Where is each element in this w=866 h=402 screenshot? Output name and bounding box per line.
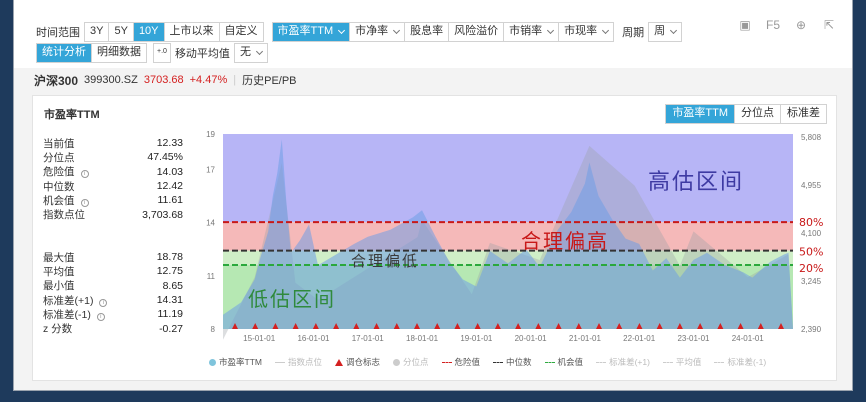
period-3Y[interactable]: 3Y [85,23,110,41]
legend-label: 调仓标志 [345,357,380,367]
legend-item[interactable]: 调仓标志 [334,356,380,368]
y-tick-left: 11 [207,272,216,281]
x-tick: 23-01-01 [677,334,710,343]
legend-item[interactable]: 指数点位 [274,356,322,368]
ma-toggle[interactable]: +.0 [153,43,171,63]
x-tick: 17-01-01 [352,334,385,343]
metric-tab-5[interactable]: 市现率 [559,23,613,41]
metric-tab-4[interactable]: 市销率 [504,23,560,41]
chart-legend: 市盈率TTM 指数点位 调仓标志 分位点 危险值 中位数 机会值 标准差(+1) 平均值 标准差(… [209,356,766,368]
x-tick: 24-01-01 [732,334,765,343]
x-tick: 16-01-01 [297,334,330,343]
legend-item[interactable]: 平均值 [662,356,702,368]
percent-annotation: 50% [799,246,823,259]
y-tick-left: 17 [206,165,215,174]
stock-code: 399300.SZ [84,74,138,86]
x-tick: 15-01-01 [243,334,276,343]
cycle-select[interactable]: 周 [648,22,683,42]
add-icon[interactable]: ⊕ [792,18,810,32]
period-10Y[interactable]: 10Y [133,23,165,41]
period-selector: 3Y 5Y 10Y 上市以来 自定义 [84,22,264,42]
zone-label-3: 低估区间 [248,287,336,311]
y-tick-left: 8 [211,325,216,334]
period-label: 时间范围 [36,27,80,39]
app-window: 时间范围 3Y 5Y 10Y 上市以来 自定义 市盈率TTM 市净率 股息率 风险溢价 市销率市… [13,0,853,391]
toolbar-icons: ▣ F5 ⊕ ⇱ [736,18,838,32]
cycle-label: 周期 [622,27,645,39]
legend-label: 中位数 [506,357,532,367]
y-tick-right: 2,390 [801,325,822,334]
view-tabs: 统计分析 明细数据 [36,43,147,63]
legend-label: 机会值 [557,357,584,367]
period-自定义[interactable]: 自定义 [220,23,263,41]
y-tick-right: 3,245 [801,277,822,286]
x-tick: 21-01-01 [569,334,602,343]
stock-name: 沪深300 [34,73,79,88]
stock-bar: 沪深300 399300.SZ 3703.68 +4.47% | 历史PE/PB [34,71,297,89]
stock-change: +4.47% [189,74,228,86]
open-external-icon[interactable]: ⇱ [820,18,838,32]
ma-icon[interactable]: +.0 [154,44,170,62]
refresh-button[interactable]: F5 [764,18,782,32]
divider: | [233,74,237,86]
legend-item[interactable]: 机会值 [544,356,584,368]
legend-item[interactable]: 标准差(-1) [714,356,766,368]
y-tick-right: 4,955 [801,181,822,190]
y-tick-left: 14 [206,219,215,228]
legend-item[interactable]: 危险值 [441,356,481,368]
legend-label: 市盈率TTM [219,357,262,367]
legend-label: 指数点位 [287,357,322,367]
legend-label: 分位点 [403,357,429,367]
zone-label-0: 高估区间 [648,170,744,195]
period-5Y[interactable]: 5Y [109,23,134,41]
toolbar: 时间范围 3Y 5Y 10Y 上市以来 自定义 市盈率TTM 市净率 股息率 风险溢价 市销率市… [14,0,852,68]
y-tick-left: 19 [206,130,215,139]
legend-item[interactable]: 中位数 [493,356,532,368]
zone-label-2: 合理偏低 [351,252,419,270]
stock-price: 3703.68 [143,74,184,86]
period-上市以来[interactable]: 上市以来 [165,23,220,41]
legend-label: 标准差(-1) [727,357,767,367]
y-tick-right: 5,808 [801,133,822,142]
legend-item[interactable]: 市盈率TTM [209,356,262,368]
metric-tab-1[interactable]: 市净率 [350,23,406,41]
percent-annotation: 80% [799,216,823,229]
pe-chart[interactable]: 8 11 14 17 19 5,808 4,955 4,100 3,245 2,390 15-01-… [33,96,838,382]
ma-select[interactable]: 无 [233,43,268,63]
metric-tab-2[interactable]: 股息率 [405,23,450,41]
percent-annotation: 20% [799,262,823,275]
zone-label-1: 合理偏高 [521,229,609,253]
view-tab-0[interactable]: 统计分析 [37,44,92,62]
metric-tab-3[interactable]: 风险溢价 [449,23,505,41]
ma-label: 移动平均值 [174,48,230,60]
cycle-value[interactable]: 周 [649,23,681,41]
x-tick: 18-01-01 [406,334,439,343]
metric-tab-0[interactable]: 市盈率TTM [272,23,351,41]
legend-item[interactable]: 标准差(+1) [596,356,650,368]
view-tab-1[interactable]: 明细数据 [92,44,146,62]
x-tick: 22-01-01 [623,334,656,343]
legend-label: 标准差(+1) [609,357,650,367]
x-tick: 19-01-01 [460,334,493,343]
legend-item[interactable]: 分位点 [393,356,429,368]
export-icon[interactable]: ▣ [736,18,754,32]
metric-selector: 市盈率TTM 市净率 股息率 风险溢价 市销率 市现率 [271,22,615,42]
legend-label: 危险值 [454,357,481,367]
ma-value[interactable]: 无 [235,44,267,62]
x-tick: 20-01-01 [515,334,548,343]
history-link[interactable]: 历史PE/PB [242,72,296,88]
valuation-panel: 市盈率TTM 市盈率TTM 分位点 标准差 当前值 12.33 分位点 47.45% 危险值… [32,95,837,381]
toolbar-row-2: 统计分析 明细数据 +.0 移动平均值 无 [36,43,268,63]
legend-label: 平均值 [675,357,702,367]
y-tick-right: 4,100 [801,229,822,238]
toolbar-row-1: 时间范围 3Y 5Y 10Y 上市以来 自定义 市盈率TTM 市净率 股息率 风险溢价 市销率市… [36,22,683,42]
